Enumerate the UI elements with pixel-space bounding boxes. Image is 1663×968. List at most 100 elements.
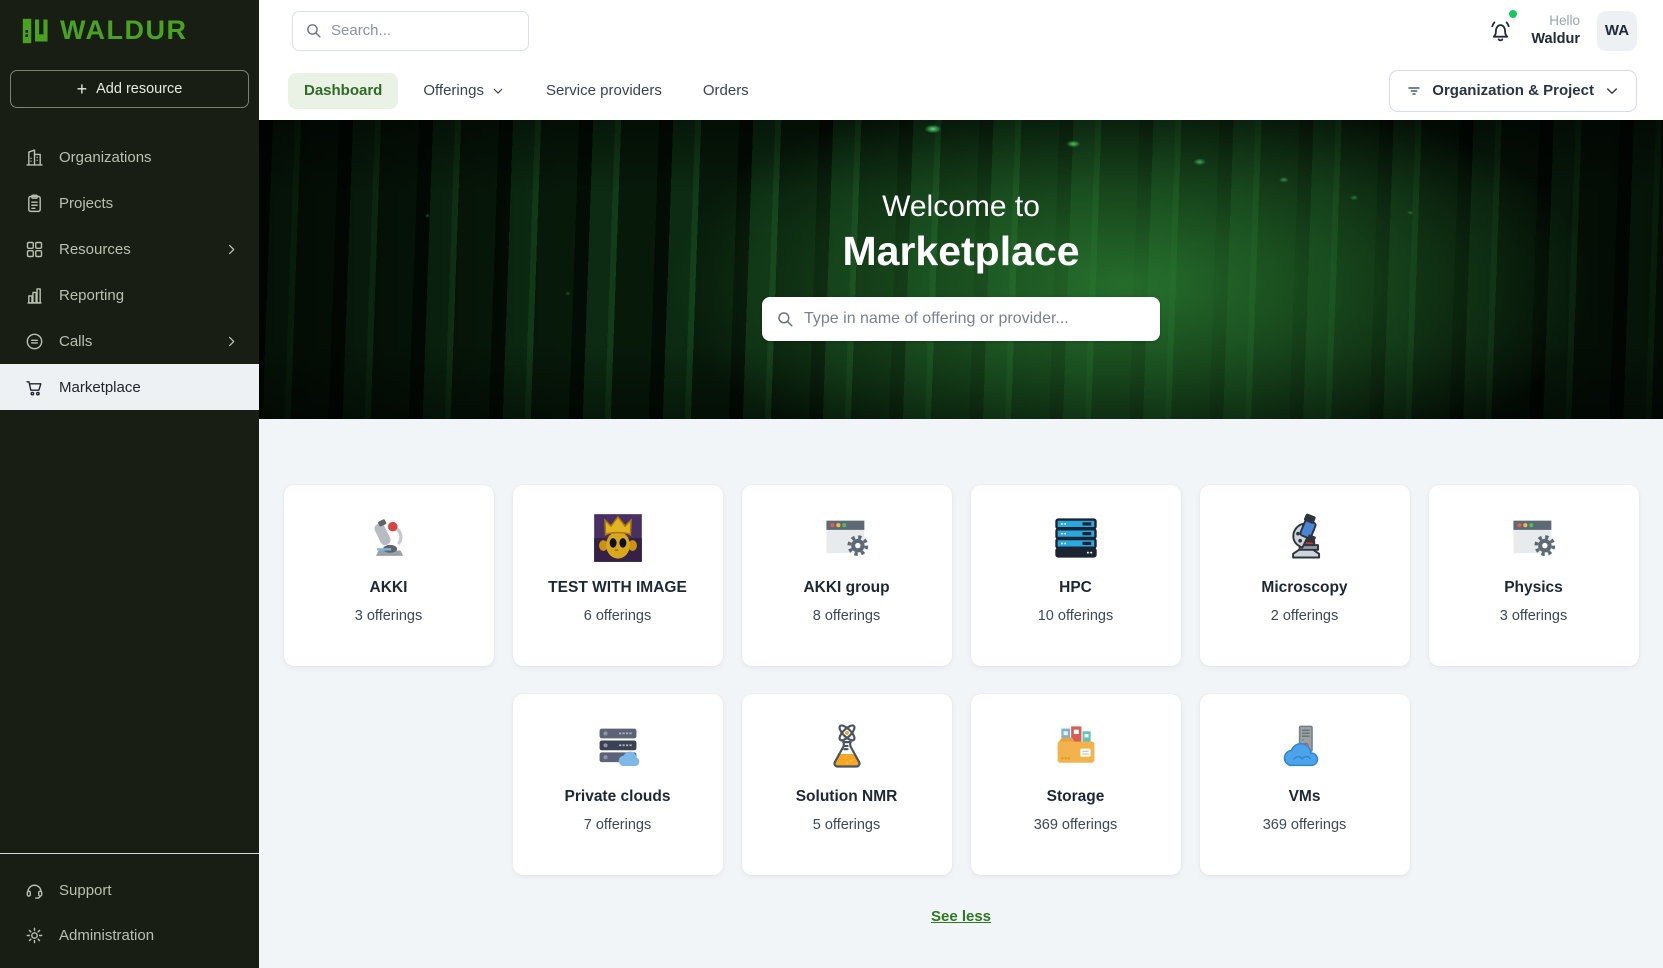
search-icon: [776, 310, 794, 328]
sidebar-item-label: Administration: [59, 927, 154, 944]
sidebar-item-label: Reporting: [59, 287, 124, 304]
tab-service-providers[interactable]: Service providers: [530, 73, 678, 109]
chevron-down-icon: [491, 84, 505, 98]
category-name: HPC: [1059, 579, 1092, 597]
server-stack-icon: [1050, 512, 1102, 564]
category-offerings-count: 369 offerings: [1263, 817, 1347, 833]
filter-icon: [1406, 83, 1422, 99]
sidebar: WALDUR + Add resource Organizations Proj…: [0, 0, 259, 968]
sidebar-item-projects[interactable]: Projects: [0, 180, 259, 226]
clipboard-icon: [24, 193, 45, 214]
sidebar-item-reporting[interactable]: Reporting: [0, 272, 259, 318]
category-card-microscopy[interactable]: Microscopy 2 offerings: [1200, 485, 1410, 666]
user-greeting: Hello Waldur: [1531, 12, 1580, 48]
category-name: Storage: [1047, 788, 1105, 806]
gear-icon: [24, 925, 45, 946]
offering-search-input[interactable]: [804, 310, 1146, 328]
category-card-solution-nmr[interactable]: Solution NMR 5 offerings: [742, 694, 952, 875]
notifications-button[interactable]: [1487, 17, 1514, 44]
category-offerings-count: 6 offerings: [584, 608, 651, 624]
add-resource-label: Add resource: [96, 81, 182, 97]
category-name: AKKI group: [803, 579, 889, 597]
hero-title-line2: Marketplace: [259, 228, 1663, 275]
microscope-emoji-icon: [363, 512, 415, 564]
category-offerings-count: 2 offerings: [1271, 608, 1338, 624]
category-name: TEST WITH IMAGE: [548, 579, 687, 597]
nav-tabs-row: Dashboard Offerings Service providers Or…: [259, 61, 1663, 120]
tab-label: Offerings: [423, 82, 484, 99]
cart-icon: [24, 377, 45, 398]
category-offerings-count: 3 offerings: [355, 608, 422, 624]
headset-icon: [24, 880, 45, 901]
app-window-gear-icon: [1508, 512, 1560, 564]
sidebar-item-organizations[interactable]: Organizations: [0, 134, 259, 180]
greeting-hello: Hello: [1531, 12, 1580, 30]
switcher-label: Organization & Project: [1432, 82, 1594, 99]
sidebar-item-label: Marketplace: [59, 379, 141, 396]
categories-row-1: AKKI 3 offerings TEST WITH IMAGE 6 offer…: [259, 485, 1663, 666]
custom-image-icon: [592, 512, 644, 564]
add-resource-button[interactable]: + Add resource: [10, 70, 249, 108]
category-offerings-count: 7 offerings: [584, 817, 651, 833]
app-window-gear-icon: [821, 512, 873, 564]
tab-label: Orders: [703, 82, 749, 99]
topbar-right: Hello Waldur WA: [1487, 11, 1637, 51]
notification-dot: [1509, 10, 1517, 18]
sidebar-item-support[interactable]: Support: [0, 868, 259, 913]
tab-dashboard[interactable]: Dashboard: [288, 73, 398, 109]
category-offerings-count: 10 offerings: [1038, 608, 1114, 624]
topbar: Hello Waldur WA: [259, 0, 1663, 61]
global-search-input[interactable]: [331, 22, 516, 39]
tab-offerings[interactable]: Offerings: [407, 73, 521, 109]
category-card-storage[interactable]: Storage 369 offerings: [971, 694, 1181, 875]
sidebar-item-label: Projects: [59, 195, 113, 212]
hero-title-line1: Welcome to: [259, 190, 1663, 224]
sidebar-footer: Support Administration: [0, 853, 259, 968]
sidebar-item-resources[interactable]: Resources: [0, 226, 259, 272]
category-card-test-with-image[interactable]: TEST WITH IMAGE 6 offerings: [513, 485, 723, 666]
offering-search: [762, 297, 1160, 341]
chat-icon: [24, 331, 45, 352]
building-icon: [24, 147, 45, 168]
category-card-private-clouds[interactable]: Private clouds 7 offerings: [513, 694, 723, 875]
tab-orders[interactable]: Orders: [687, 73, 765, 109]
marketplace-hero: Welcome to Marketplace: [259, 120, 1663, 419]
category-name: Solution NMR: [796, 788, 898, 806]
category-offerings-count: 369 offerings: [1034, 817, 1118, 833]
sidebar-menu: Organizations Projects Resources Reporti…: [0, 134, 259, 410]
global-search: [292, 11, 529, 51]
organization-project-switcher[interactable]: Organization & Project: [1389, 70, 1637, 112]
grid-icon: [24, 239, 45, 260]
search-icon: [305, 22, 322, 39]
avatar[interactable]: WA: [1597, 11, 1637, 51]
server-cloud-icon: [592, 721, 644, 773]
waldur-logo-icon: [20, 16, 50, 46]
sidebar-item-administration[interactable]: Administration: [0, 913, 259, 958]
category-name: Private clouds: [565, 788, 671, 806]
tab-label: Dashboard: [304, 82, 382, 99]
categories-row-2: Private clouds 7 offerings Solution NMR …: [259, 694, 1663, 875]
category-offerings-count: 8 offerings: [813, 608, 880, 624]
sidebar-item-label: Support: [59, 882, 112, 899]
microscope-icon: [1279, 512, 1331, 564]
sidebar-item-calls[interactable]: Calls: [0, 318, 259, 364]
brand-logo[interactable]: WALDUR: [0, 0, 259, 58]
category-card-akki-group[interactable]: AKKI group 8 offerings: [742, 485, 952, 666]
sidebar-divider: [0, 853, 259, 854]
sidebar-item-marketplace[interactable]: Marketplace: [0, 364, 259, 410]
see-less-link[interactable]: See less: [931, 908, 991, 925]
category-card-akki[interactable]: AKKI 3 offerings: [284, 485, 494, 666]
folder-files-icon: [1050, 721, 1102, 773]
category-name: AKKI: [370, 579, 408, 597]
greeting-username: Waldur: [1531, 30, 1580, 49]
chevron-right-icon: [224, 334, 239, 349]
category-card-vms[interactable]: VMs 369 offerings: [1200, 694, 1410, 875]
category-name: Physics: [1504, 579, 1563, 597]
plus-icon: +: [77, 80, 88, 98]
category-card-physics[interactable]: Physics 3 offerings: [1429, 485, 1639, 666]
category-card-hpc[interactable]: HPC 10 offerings: [971, 485, 1181, 666]
category-offerings-count: 5 offerings: [813, 817, 880, 833]
chevron-right-icon: [224, 242, 239, 257]
category-offerings-count: 3 offerings: [1500, 608, 1567, 624]
flask-atom-icon: [821, 721, 873, 773]
